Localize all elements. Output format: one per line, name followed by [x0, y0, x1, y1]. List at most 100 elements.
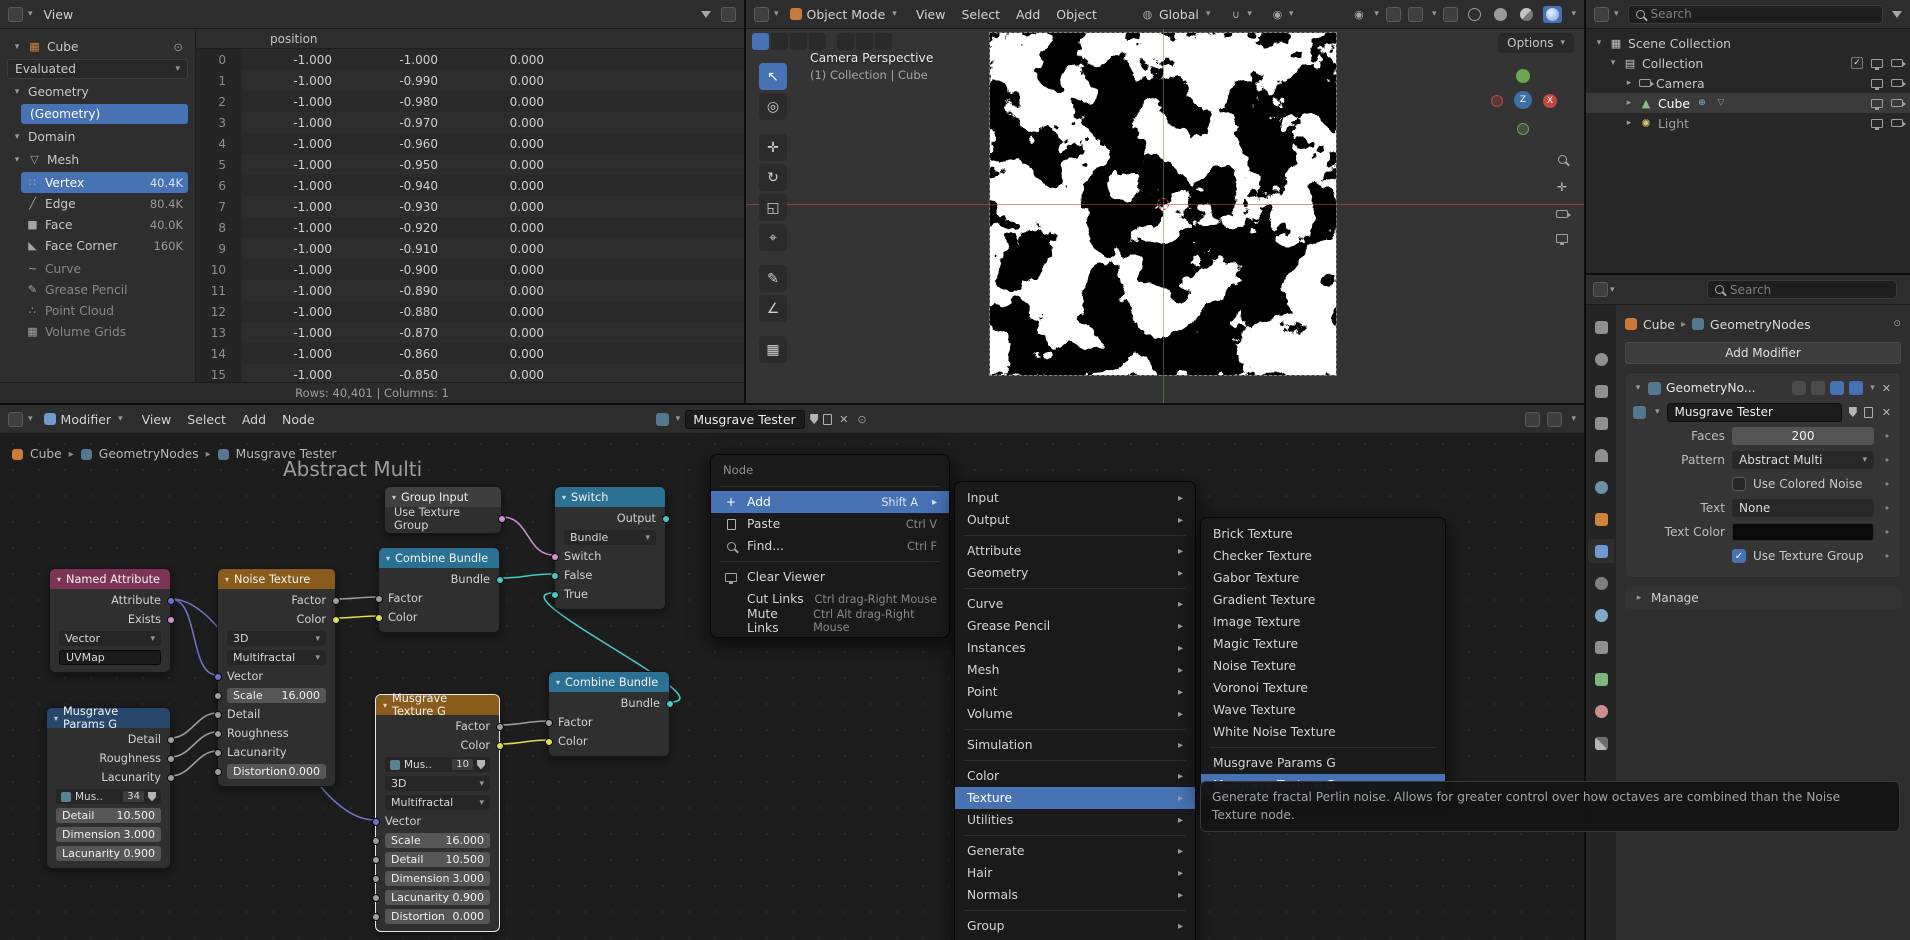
collapse-icon[interactable]: ▾: [57, 575, 61, 584]
evaluation-mode-dropdown[interactable]: Evaluated ▾: [7, 59, 188, 79]
select-tool-button[interactable]: ↖: [759, 63, 787, 90]
properties-tab-world[interactable]: [1588, 475, 1614, 499]
socket-out-factor[interactable]: [331, 596, 340, 605]
menu-item[interactable]: Utilities ▸: [955, 809, 1195, 831]
properties-tab-modifiers[interactable]: [1588, 539, 1614, 563]
socket-in-scale[interactable]: [213, 691, 222, 700]
dimensions-dropdown[interactable]: 3D ▾: [385, 776, 490, 791]
select-mode-subtract-icon[interactable]: [790, 33, 807, 50]
socket-in-factor[interactable]: [374, 594, 383, 603]
select-mode-extend-icon[interactable]: [771, 33, 788, 50]
socket-in-lacunarity[interactable]: [371, 893, 380, 902]
socket-out-roughness[interactable]: [166, 754, 175, 763]
transform-orientation-dropdown[interactable]: ◍ Global ▾: [1133, 4, 1218, 25]
menu-item[interactable]: Magic Texture: [1201, 633, 1445, 655]
node-switch[interactable]: ▾ Switch Output Bundle ▾ Switch False True: [550, 486, 670, 610]
mesh-data-icon[interactable]: ▽: [1714, 98, 1728, 108]
collapse-icon[interactable]: ▾: [386, 554, 390, 563]
faces-value-slider[interactable]: 200: [1732, 427, 1874, 445]
sidebar-toggle-icon[interactable]: [721, 6, 736, 22]
pin-icon[interactable]: ⊙: [173, 40, 183, 54]
socket-in-switch[interactable]: [550, 552, 559, 561]
menu-item-paste[interactable]: Paste Ctrl V: [711, 513, 949, 535]
animate-decorator-icon[interactable]: •: [1881, 550, 1893, 563]
realtime-toggle-icon[interactable]: [1830, 381, 1845, 395]
domain-item[interactable]: ∷ Vertex 40.4K: [21, 172, 188, 193]
collapse-icon[interactable]: ▾: [383, 701, 387, 710]
animate-decorator-icon[interactable]: •: [1881, 454, 1893, 467]
socket-in-roughness[interactable]: [213, 729, 222, 738]
disable-viewport-icon[interactable]: [1871, 78, 1883, 90]
cursor-tool-button[interactable]: ◎: [759, 93, 787, 120]
menu-item[interactable]: Point ▸: [955, 681, 1195, 703]
animate-decorator-icon[interactable]: •: [1881, 478, 1893, 491]
unlink-icon[interactable]: ✕: [1880, 406, 1893, 419]
visibility-icon[interactable]: ◉: [1352, 8, 1365, 21]
menu-item-add[interactable]: + Add Shift A ▸: [711, 491, 949, 513]
menu[interactable]: Select: [953, 4, 1008, 25]
menu-item[interactable]: Geometry ▸: [955, 562, 1195, 584]
object-row-light[interactable]: ▸ ✺ Light: [1586, 113, 1910, 133]
menu-item[interactable]: Wave Texture: [1201, 699, 1445, 721]
properties-tab-render[interactable]: [1588, 347, 1614, 371]
measure-tool-button[interactable]: ∠: [759, 295, 787, 322]
tool-option-icon[interactable]: [875, 33, 892, 50]
menu-item[interactable]: White Noise Texture: [1201, 721, 1445, 743]
menu-item[interactable]: Grease Pencil ▸: [955, 615, 1195, 637]
disable-render-icon[interactable]: [1891, 119, 1906, 127]
menu-item[interactable]: Attribute ▸: [955, 540, 1195, 562]
socket-in-true[interactable]: [550, 590, 559, 599]
pattern-dropdown[interactable]: Abstract Multi ▾: [1732, 451, 1874, 469]
menu-item[interactable]: Checker Texture: [1201, 545, 1445, 567]
disable-render-icon[interactable]: [1891, 59, 1906, 67]
menu-item[interactable]: Noise Texture: [1201, 655, 1445, 677]
transform-tool-button[interactable]: ⌖: [759, 224, 787, 251]
options-dropdown[interactable]: Options ▾: [1498, 33, 1574, 53]
node-noise-texture[interactable]: ▾ Noise Texture Factor Color 3D ▾ Multifra…: [213, 568, 340, 787]
attribute-type-dropdown[interactable]: Vector ▾: [59, 631, 161, 646]
shading-wireframe[interactable]: [1465, 6, 1484, 23]
properties-tab-scene[interactable]: [1588, 443, 1614, 467]
expander-icon[interactable]: ▸: [1624, 118, 1634, 128]
domain-item[interactable]: ▦ Volume Grids: [21, 321, 188, 342]
fake-user-icon[interactable]: [477, 759, 485, 770]
socket-in-distortion[interactable]: [213, 767, 222, 776]
group-datablock-selector[interactable]: Mus.. 34: [56, 789, 161, 804]
gizmos-toggle-icon[interactable]: [1385, 6, 1401, 22]
properties-tab-physics[interactable]: [1588, 603, 1614, 627]
geometry-nodes-modifier-icon[interactable]: ⊕: [1695, 98, 1709, 108]
mode-dropdown[interactable]: Object Mode ▾: [782, 4, 905, 25]
expander-icon[interactable]: ▾: [1608, 58, 1618, 68]
geometry-section[interactable]: ▾ Geometry: [7, 81, 188, 102]
animate-decorator-icon[interactable]: •: [1881, 430, 1893, 443]
detail-field[interactable]: Detail 10.500: [385, 852, 490, 867]
domain-item[interactable]: ◣ Face Corner 160K: [21, 235, 188, 256]
spreadsheet-editor-icon[interactable]: [8, 6, 23, 22]
spreadsheet-view-menu[interactable]: View: [36, 4, 82, 25]
rotate-tool-button[interactable]: ↻: [759, 164, 787, 191]
menu-item[interactable]: Hair ▸: [955, 862, 1195, 884]
mesh-section[interactable]: ▾ ▽ Mesh: [7, 149, 188, 170]
outliner-search-input[interactable]: Search: [1627, 4, 1883, 24]
select-mode-invert-icon[interactable]: [809, 33, 826, 50]
camera-view-icon[interactable]: [1556, 210, 1571, 218]
distortion-field[interactable]: Distortion 0.000: [227, 764, 326, 779]
expander-icon[interactable]: ▸: [1624, 78, 1634, 88]
socket-out-factor[interactable]: [495, 722, 504, 731]
dimension-field[interactable]: Dimension 3.000: [385, 871, 490, 886]
socket-out-color[interactable]: [495, 741, 504, 750]
tool-option-icon[interactable]: [837, 33, 854, 50]
menu-item[interactable]: Color ▸: [955, 765, 1195, 787]
socket-in-dimension[interactable]: [371, 874, 380, 883]
node-group-name-field[interactable]: Musgrave Tester: [1666, 402, 1842, 422]
menu[interactable]: Add: [1008, 4, 1048, 25]
menu-item[interactable]: Curve ▸: [955, 593, 1195, 615]
menu-item[interactable]: Simulation ▸: [955, 734, 1195, 756]
node-combine-bundle-2[interactable]: ▾ Combine Bundle Bundle Factor Color: [544, 671, 674, 757]
socket-in-vector[interactable]: [213, 672, 222, 681]
text-selector[interactable]: None: [1732, 499, 1874, 517]
menu-item[interactable]: Instances ▸: [955, 637, 1195, 659]
copy-icon[interactable]: [1863, 406, 1873, 418]
viewport-canvas[interactable]: Options ▾ Camera Perspective (1) Collecti…: [746, 29, 1584, 403]
group-datablock-selector[interactable]: Mus.. 10: [385, 757, 490, 772]
